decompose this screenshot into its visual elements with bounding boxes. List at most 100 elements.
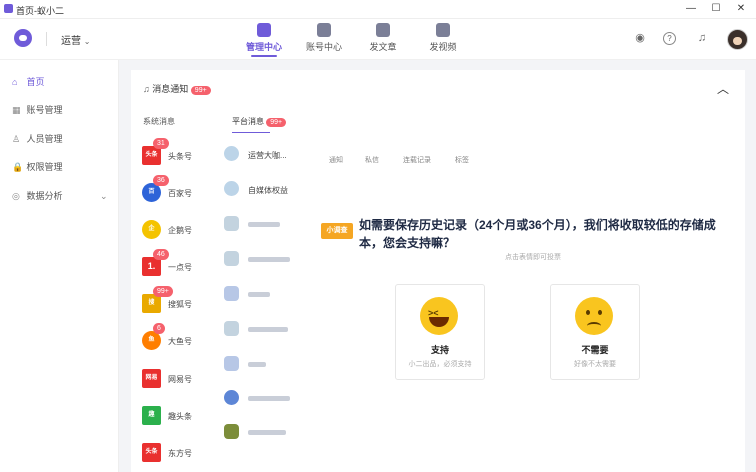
- divider: [46, 32, 47, 46]
- workspace-switcher[interactable]: 运营 ⌄: [61, 32, 90, 47]
- vote-not-needed-card[interactable]: 不需要 好像不太需要: [550, 284, 640, 380]
- avatar[interactable]: [727, 29, 748, 50]
- survey-hint: 点击表情即可投票: [505, 254, 561, 261]
- message-avatar: [224, 390, 239, 405]
- blurred-text: [248, 292, 270, 297]
- tab-system-messages[interactable]: 系统消息: [143, 116, 175, 127]
- sidebar-item-home[interactable]: ⌂ 首页: [12, 75, 45, 89]
- survey-logo-icon: 小调查: [321, 223, 353, 239]
- laughing-face-icon: ><: [420, 297, 458, 335]
- sidebar-item-label: 账号管理: [26, 105, 63, 115]
- notification-badge: 99+: [190, 86, 211, 95]
- lock-icon: 🔒: [12, 162, 24, 172]
- sidebar-item-personnel[interactable]: ♙ 人员管理: [12, 132, 63, 146]
- help-icon[interactable]: ?: [663, 32, 676, 45]
- message-avatar: [224, 181, 239, 196]
- unread-badge: 6: [153, 323, 165, 334]
- vote-option-title: 支持: [430, 345, 449, 355]
- qutoutiao-logo-icon: 趣: [142, 406, 161, 425]
- user-icon: ♙: [12, 134, 21, 144]
- message-avatar: [224, 424, 239, 439]
- platform-name: 一点号: [168, 263, 192, 272]
- penguin-logo-icon: 企: [142, 220, 161, 239]
- window-title-bar: 首页-蚁小二 — ☐ ✕: [0, 0, 756, 19]
- active-indicator: [251, 55, 277, 57]
- platform-name: 头条号: [168, 152, 192, 161]
- tab-notices[interactable]: 通知: [329, 155, 343, 165]
- sidebar-item-label: 首页: [26, 77, 45, 87]
- sidebar-item-analytics[interactable]: ◎ 数据分析 ⌄: [12, 189, 110, 203]
- message-avatar: [224, 356, 239, 371]
- brand-logo-icon: [14, 29, 32, 47]
- tab-tags[interactable]: 标签: [455, 155, 469, 165]
- unread-badge: 46: [153, 249, 169, 260]
- bell-icon: ♫: [143, 84, 150, 94]
- blurred-text: [248, 222, 280, 227]
- tab-platform-messages[interactable]: 平台消息 99+: [232, 116, 287, 127]
- dashboard-icon: [257, 23, 271, 37]
- message-avatar: [224, 321, 239, 336]
- sidebar-item-permissions[interactable]: 🔒 权限管理: [12, 160, 63, 174]
- sidebar-item-label: 人员管理: [26, 134, 63, 144]
- sidebar-item-label: 权限管理: [26, 162, 63, 172]
- blurred-text: [248, 327, 288, 332]
- sidebar-item-accounts[interactable]: ▦ 账号管理: [12, 103, 63, 117]
- bell-icon[interactable]: ♫: [695, 31, 709, 45]
- blurred-text: [248, 362, 266, 367]
- tab-badge: 99+: [266, 118, 287, 127]
- workspace-label: 运营: [61, 36, 81, 47]
- vote-option-subtitle: 小二出品，必须支持: [408, 361, 472, 368]
- nav-label: 发文章: [369, 42, 397, 52]
- message-avatar: [224, 286, 239, 301]
- robot-icon[interactable]: ◉: [633, 31, 647, 45]
- minimize-button[interactable]: —: [680, 2, 702, 16]
- unread-badge: 31: [153, 138, 169, 149]
- chart-icon: ◎: [12, 191, 20, 201]
- nav-label: 发视频: [429, 42, 457, 52]
- panel-title: 消息通知: [152, 84, 189, 94]
- message-avatar: [224, 146, 239, 161]
- active-tab-indicator: [232, 132, 270, 133]
- nav-label: 管理中心: [245, 42, 282, 52]
- nav-account-center[interactable]: 账号中心: [294, 23, 354, 53]
- platform-name: 趣头条: [168, 412, 192, 421]
- home-icon: ⌂: [12, 77, 18, 87]
- message-title: 自媒体权益: [248, 186, 288, 195]
- survey-question: 如需要保存历史记录（24个月或36个月），我们将收取较低的存储成本，您会支持嘛？: [359, 218, 716, 250]
- chevron-down-icon: ⌄: [83, 37, 91, 46]
- sad-face-icon: [575, 297, 613, 335]
- close-button[interactable]: ✕: [730, 2, 752, 16]
- grid-icon: ▦: [12, 105, 21, 115]
- platform-name: 百家号: [168, 189, 192, 198]
- platform-name: 大鱼号: [168, 337, 192, 346]
- app-logo-icon: [4, 4, 13, 13]
- panel-header: ♫ 消息通知 99+: [143, 82, 211, 95]
- nav-publish-article[interactable]: 发文章: [353, 23, 413, 53]
- nav-label: 账号中心: [305, 42, 342, 52]
- tab-serial-records[interactable]: 连载记录: [403, 155, 431, 165]
- window-title: 首页-蚁小二: [16, 6, 64, 16]
- maximize-button[interactable]: ☐: [705, 2, 727, 16]
- collapse-icon[interactable]: ︿: [717, 80, 729, 97]
- message-avatar: [224, 216, 239, 231]
- vote-support-card[interactable]: >< 支持 小二出品，必须支持: [395, 284, 485, 380]
- platform-name: 网易号: [168, 375, 192, 384]
- tab-private-messages[interactable]: 私信: [365, 155, 379, 165]
- nav-publish-video[interactable]: 发视频: [413, 23, 473, 53]
- sidebar: [0, 60, 119, 472]
- message-avatar: [224, 251, 239, 266]
- vote-option-subtitle: 好像不太需要: [574, 361, 616, 368]
- nav-management-center[interactable]: 管理中心: [234, 23, 294, 57]
- dongfang-logo-icon: 头条: [142, 443, 161, 462]
- unread-badge: 36: [153, 175, 169, 186]
- tab-label: 平台消息: [232, 117, 264, 126]
- article-icon: [376, 23, 390, 37]
- blurred-text: [248, 257, 290, 262]
- message-title: 运营大咖...: [248, 151, 287, 160]
- platform-name: 东方号: [168, 449, 192, 458]
- video-icon: [436, 23, 450, 37]
- blurred-text: [248, 430, 286, 435]
- netease-logo-icon: 网易: [142, 369, 161, 388]
- platform-name: 企鹅号: [168, 226, 192, 235]
- sidebar-item-label: 数据分析: [26, 191, 63, 201]
